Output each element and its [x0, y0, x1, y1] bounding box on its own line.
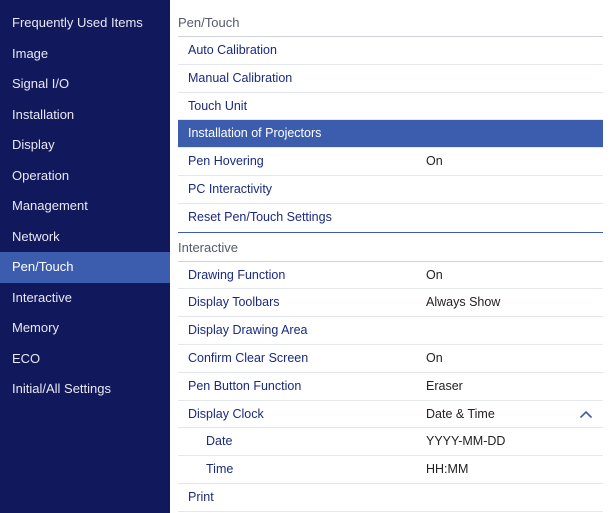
menu-item-value: Date & Time: [426, 406, 495, 421]
menu-item-label: Manual Calibration: [188, 70, 293, 85]
menu-item-label: Pen Hovering: [188, 154, 264, 169]
menu-item-label: Confirm Clear Screen: [188, 350, 309, 365]
menu-item-label: Display Toolbars: [188, 295, 280, 310]
menu-item-display-drawing-area[interactable]: Display Drawing Area: [178, 317, 603, 345]
menu-item-value: On: [426, 350, 443, 365]
menu-item-label: Display Clock: [188, 406, 264, 421]
menu-item-touch-unit[interactable]: Touch Unit: [178, 93, 603, 121]
menu-item-label: Auto Calibration: [188, 43, 277, 57]
sidebar-item-display[interactable]: Display: [0, 130, 170, 161]
menu-item-confirm-clear-screen[interactable]: Confirm Clear Screen On: [178, 345, 603, 373]
menu-item-label: Time: [206, 462, 234, 477]
sidebar-item-image[interactable]: Image: [0, 39, 170, 70]
menu-item-label: Print: [188, 489, 214, 504]
menu-item-display-toolbars[interactable]: Display Toolbars Always Show: [178, 289, 603, 318]
menu-item-date[interactable]: Date YYYY-MM-DD: [178, 428, 603, 457]
sidebar-item-operation[interactable]: Operation: [0, 161, 170, 192]
menu-item-label: Touch Unit: [188, 98, 248, 113]
menu-item-label: Date: [206, 434, 233, 449]
menu-item-drawing-function[interactable]: Drawing Function On: [178, 262, 603, 290]
sidebar-item-installation[interactable]: Installation: [0, 100, 170, 131]
sidebar-item-pen-touch[interactable]: Pen/Touch: [0, 252, 170, 283]
menu-item-auto-calibration[interactable]: Auto Calibration: [178, 37, 603, 65]
menu-item-label: Drawing Function: [188, 267, 286, 282]
menu-item-reset-pen-touch[interactable]: Reset Pen/Touch Settings: [178, 204, 603, 232]
sidebar-item-initial-all-settings[interactable]: Initial/All Settings: [0, 374, 170, 405]
menu-item-pc-interactivity[interactable]: PC Interactivity: [178, 176, 603, 204]
sidebar-item-signal-io[interactable]: Signal I/O: [0, 69, 170, 100]
sidebar: Frequently Used Items Image Signal I/O I…: [0, 0, 170, 513]
sidebar-item-frequently-used[interactable]: Frequently Used Items: [0, 8, 170, 39]
menu-item-value: Eraser: [426, 378, 463, 393]
menu-item-label: Installation of Projectors: [188, 126, 322, 141]
menu-item-value: Always Show: [426, 295, 501, 310]
settings-panel: Pen/Touch Auto Calibration Manual Calibr…: [178, 8, 603, 512]
menu-item-label: PC Interactivity: [188, 181, 273, 196]
menu-item-value: HH:MM: [426, 462, 469, 477]
section-header-pen-touch: Pen/Touch: [178, 8, 603, 37]
menu-item-installation-of-projectors[interactable]: Installation of Projectors: [178, 120, 603, 149]
sidebar-item-network[interactable]: Network: [0, 222, 170, 253]
menu-item-value: On: [426, 154, 443, 169]
menu-item-label: Reset Pen/Touch Settings: [188, 209, 332, 224]
chevron-up-icon[interactable]: [577, 401, 595, 428]
section-header-interactive: Interactive: [178, 231, 603, 262]
menu-item-print[interactable]: Print: [178, 484, 603, 512]
menu-item-pen-button-function[interactable]: Pen Button Function Eraser: [178, 373, 603, 401]
menu-item-display-clock[interactable]: Display Clock Date & Time: [178, 401, 603, 429]
sidebar-item-eco[interactable]: ECO: [0, 344, 170, 375]
menu-item-pen-hovering[interactable]: Pen Hovering On: [178, 148, 603, 176]
sidebar-item-management[interactable]: Management: [0, 191, 170, 222]
menu-item-time[interactable]: Time HH:MM: [178, 456, 603, 484]
sidebar-item-interactive[interactable]: Interactive: [0, 283, 170, 314]
menu-item-value: On: [426, 267, 443, 282]
sidebar-item-memory[interactable]: Memory: [0, 313, 170, 344]
menu-item-value: YYYY-MM-DD: [426, 434, 506, 449]
menu-item-label: Pen Button Function: [188, 378, 302, 393]
menu-item-label: Display Drawing Area: [188, 323, 308, 338]
menu-item-manual-calibration[interactable]: Manual Calibration: [178, 65, 603, 93]
